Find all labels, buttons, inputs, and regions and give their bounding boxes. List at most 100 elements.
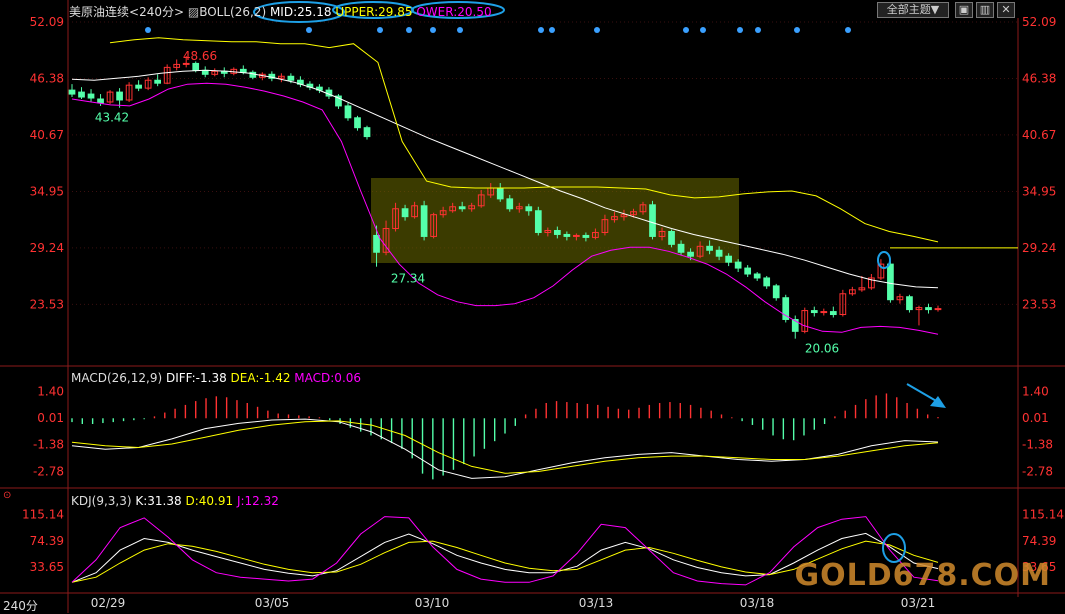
candle — [87, 93, 95, 99]
stock-chart[interactable]: 52.09 52.09 46.38 46.38 40.67 40.67 34.95 34.95… — [0, 0, 1065, 613]
y-tick-label: 29.24 — [30, 241, 64, 255]
candle — [734, 261, 742, 269]
candle — [906, 296, 913, 311]
candle — [744, 267, 752, 275]
theme-select-button[interactable]: 全部主题▼ — [877, 2, 949, 18]
layout-icon[interactable]: ▣ — [955, 2, 973, 18]
kdj-d: D:40.91 — [185, 494, 234, 508]
x-tick-label: 03/18 — [740, 596, 775, 610]
x-tick-label: 02/29 — [91, 596, 126, 610]
candle — [192, 62, 200, 71]
candle — [810, 310, 818, 314]
signal-dot — [594, 27, 600, 33]
boll-icon: ▨ — [187, 5, 200, 19]
candle — [68, 89, 76, 95]
candle — [287, 75, 295, 81]
y-tick-label: 46.38 — [30, 71, 64, 85]
candle — [420, 205, 428, 237]
macd-value: MACD:0.06 — [294, 371, 362, 385]
candle — [525, 206, 533, 212]
price-annotation: 27.34 — [391, 272, 425, 286]
y-tick-label: 40.67 — [1022, 128, 1056, 142]
candle — [677, 243, 685, 253]
y-tick-label: 29.24 — [1022, 241, 1056, 255]
candle — [573, 234, 580, 237]
y-tick-label: -2.78 — [1022, 464, 1053, 478]
candle — [344, 105, 352, 119]
y-tick-label: 74.39 — [1022, 534, 1056, 548]
y-tick-label: 115.14 — [1022, 508, 1064, 522]
x-tick-label: 03/13 — [579, 596, 614, 610]
candle — [239, 68, 247, 73]
candle — [182, 62, 190, 65]
x-tick-label: 03/05 — [255, 596, 290, 610]
macd-dea: DEA:-1.42 — [230, 371, 291, 385]
signal-dot — [737, 27, 743, 33]
boll-header: 美原油连续<240分> ▨BOLL(26,2) MID:25.18 UPPER:… — [69, 3, 492, 20]
candle — [373, 234, 380, 253]
candle — [820, 311, 828, 314]
y-tick-label: 23.53 — [30, 297, 64, 311]
y-tick-label: 0.01 — [37, 411, 64, 425]
y-tick-label: 115.14 — [22, 508, 64, 522]
mid-value: MID:25.18 — [269, 5, 332, 19]
signal-dot — [549, 27, 555, 33]
candle — [496, 187, 504, 200]
candle — [772, 285, 780, 299]
candle — [116, 91, 123, 101]
candle — [829, 311, 837, 316]
signal-dot — [145, 27, 151, 33]
candle — [553, 230, 561, 235]
candle — [649, 204, 656, 237]
y-tick-label: 0.01 — [1022, 411, 1049, 425]
upper-value: UPPER:29.85 — [335, 5, 413, 19]
candle — [934, 308, 942, 311]
period-label: <240分> — [129, 5, 185, 19]
y-tick-label: 1.40 — [37, 385, 64, 399]
y-tick-label: -1.38 — [1022, 438, 1053, 452]
settings-dot-icon[interactable]: ⊙ — [3, 490, 11, 501]
signal-dot — [683, 27, 689, 33]
y-tick-label: 1.40 — [1022, 385, 1049, 399]
candle — [753, 273, 761, 279]
lower-value: OWER:20.50 — [416, 5, 492, 19]
kdj-header: KDJ(9,3,3) K:31.38 D:40.91 J:12.32 — [71, 494, 279, 508]
candle — [715, 249, 723, 257]
candle — [458, 206, 466, 210]
signal-dot — [845, 27, 851, 33]
split-icon[interactable]: ▥ — [976, 2, 994, 18]
close-icon[interactable]: ✕ — [997, 2, 1015, 18]
candle — [725, 255, 732, 263]
signal-dot — [794, 27, 800, 33]
arrow-annotation — [906, 383, 939, 403]
candle — [354, 117, 361, 129]
kdj-k: K:31.38 — [135, 494, 182, 508]
y-tick-label: 34.95 — [1022, 184, 1056, 198]
symbol-name: 美原油连续 — [69, 5, 130, 19]
y-tick-label: -1.38 — [33, 438, 64, 452]
y-tick-label: 23.53 — [1022, 297, 1056, 311]
signal-dot — [457, 27, 463, 33]
candle — [534, 210, 542, 233]
y-tick-label: 52.09 — [30, 15, 64, 29]
signal-dot — [377, 27, 383, 33]
signal-dot — [406, 27, 412, 33]
macd-diff: DIFF:-1.38 — [165, 371, 227, 385]
watermark-logo: GOLD678.COM — [794, 558, 1051, 593]
y-tick-label: 52.09 — [1022, 15, 1056, 29]
candle — [201, 69, 209, 75]
kdj-label: KDJ(9,3,3) — [71, 494, 132, 508]
candle — [563, 233, 571, 237]
price-annotation: 43.42 — [95, 111, 129, 125]
y-tick-label: 40.67 — [30, 128, 64, 142]
period-tag[interactable]: 240分 — [3, 597, 38, 614]
candle — [706, 245, 713, 251]
candle — [506, 198, 514, 210]
signal-dot — [700, 27, 706, 33]
candle — [925, 307, 932, 311]
x-tick-label: 03/10 — [415, 596, 450, 610]
candle — [887, 263, 894, 301]
price-annotation: 48.66 — [183, 49, 217, 63]
y-tick-label: 34.95 — [30, 184, 64, 198]
candle — [582, 234, 590, 238]
